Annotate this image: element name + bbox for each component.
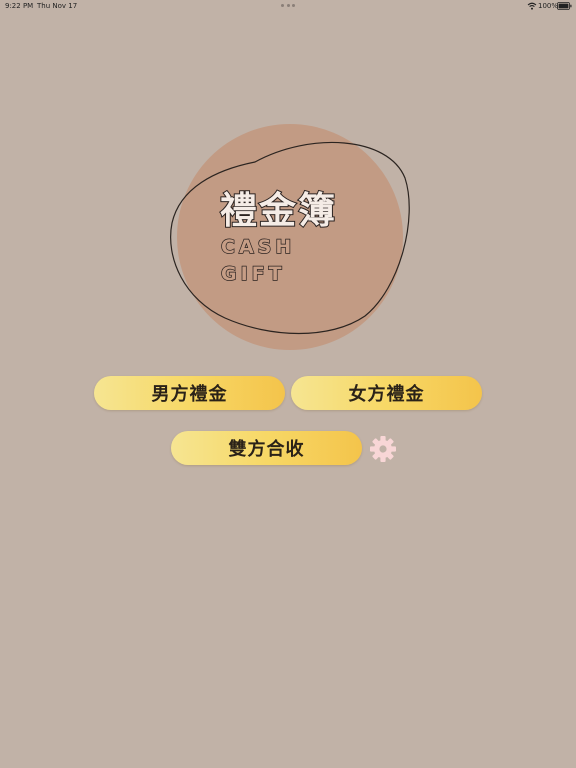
- battery-percent: 100%: [538, 2, 559, 10]
- logo-title: 禮金簿: [219, 188, 337, 233]
- multitasking-dots-icon[interactable]: [281, 4, 295, 8]
- combined-gift-button[interactable]: 雙方合收: [171, 431, 362, 465]
- logo-subtitle-cash: CASH: [220, 235, 296, 258]
- status-bar: 9:22 PM Thu Nov 17 100%: [0, 0, 576, 12]
- status-date: Thu Nov 17: [37, 2, 78, 10]
- bride-gift-button[interactable]: 女方禮金: [291, 376, 482, 410]
- gear-icon[interactable]: [368, 434, 398, 464]
- wifi-icon: [527, 2, 537, 10]
- battery-icon: [557, 2, 572, 10]
- logo-subtitle-gift: GIFT: [220, 262, 286, 285]
- status-time: 9:22 PM: [5, 2, 34, 10]
- groom-gift-button[interactable]: 男方禮金: [94, 376, 285, 410]
- app-logo: 禮金簿 CASH GIFT: [160, 118, 416, 354]
